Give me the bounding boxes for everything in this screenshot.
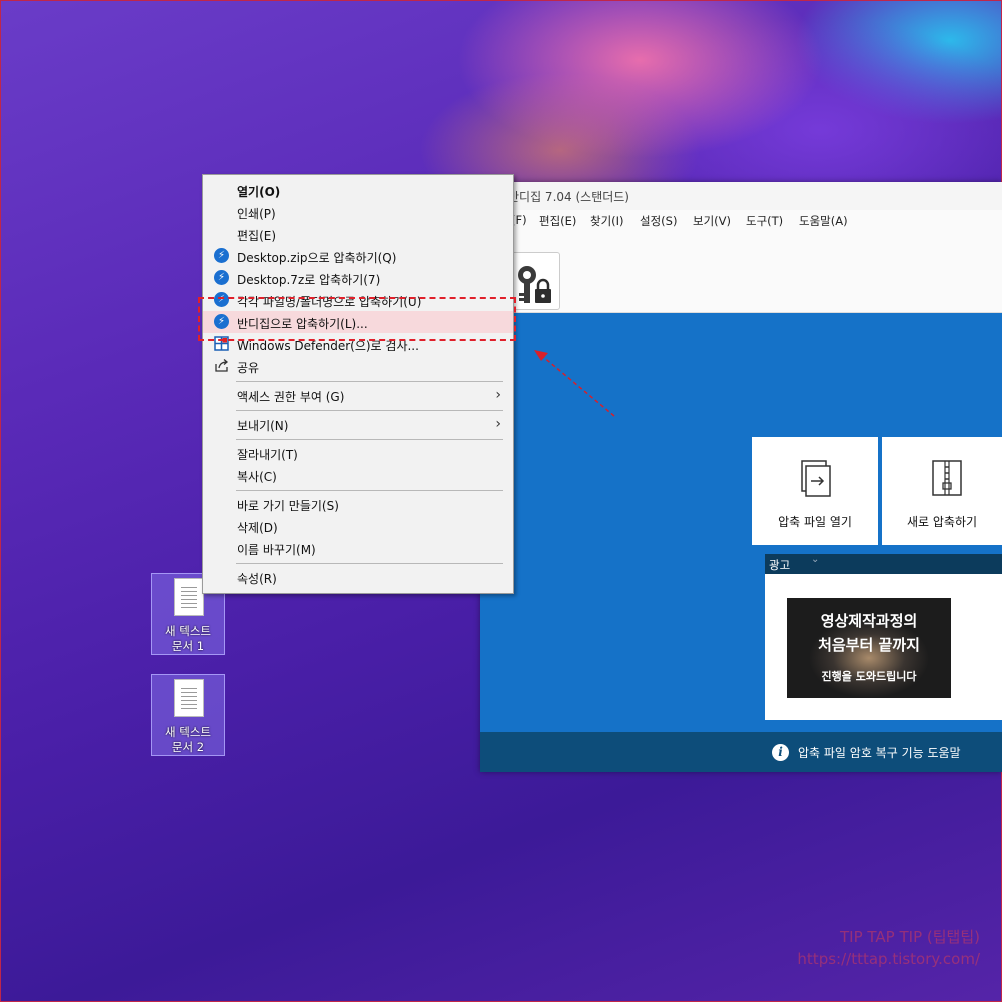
ad-line-2: 처음부터 끝까지: [818, 636, 920, 654]
menu-item-cut[interactable]: 잘라내기(T): [203, 442, 513, 464]
menu-item-compress-zip[interactable]: ⚡ Desktop.zip으로 압축하기(Q): [203, 245, 513, 267]
ad-line-1: 영상제작과정의: [820, 612, 918, 630]
open-archive-icon: [801, 460, 831, 497]
menu-item-grant-access[interactable]: 액세스 권한 부여 (G) ›: [203, 384, 513, 406]
menu-item-print[interactable]: 인쇄(P): [203, 201, 513, 223]
menu-item-share[interactable]: 공유: [203, 355, 513, 377]
toolbar: [480, 232, 1002, 313]
menu-edit[interactable]: 편집(E): [539, 213, 576, 229]
menu-settings[interactable]: 설정(S): [640, 213, 677, 229]
desktop-file-label: 새 텍스트 문서 2: [165, 725, 211, 754]
watermark-url: https://tttap.tistory.com/: [797, 950, 980, 968]
ad-label-bar: 광고 ⌄: [765, 554, 1002, 574]
menu-item-rename[interactable]: 이름 바꾸기(M): [203, 537, 513, 559]
ad-line-3: 진행을 도와드립니다: [821, 670, 917, 683]
menu-item-copy[interactable]: 복사(C): [203, 464, 513, 486]
menu-item-create-shortcut[interactable]: 바로 가기 만들기(S): [203, 493, 513, 515]
menu-view[interactable]: 보기(V): [693, 213, 731, 229]
new-archive-label: 새로 압축하기: [906, 515, 978, 529]
ad-label: 광고: [769, 558, 791, 572]
menu-help[interactable]: 도움말(A): [799, 213, 848, 229]
menu-separator: [236, 563, 503, 564]
menu-item-delete[interactable]: 삭제(D): [203, 515, 513, 537]
ad-panel[interactable]: 광고 ⌄ 영상제작과정의 처음부터 끝까지 진행을 도와드립니다: [765, 554, 1002, 720]
menu-bar: (F) 편집(E) 찾기(I) 설정(S) 보기(V) 도구(T) 도움말(A): [480, 210, 1002, 232]
new-archive-icon: [932, 460, 962, 496]
menu-separator: [236, 490, 503, 491]
menu-item-send-to[interactable]: 보내기(N) ›: [203, 413, 513, 435]
ad-image[interactable]: 영상제작과정의 처음부터 끝까지 진행을 도와드립니다: [787, 598, 951, 698]
open-archive-label: 압축 파일 열기: [778, 515, 852, 529]
menu-item-edit[interactable]: 편집(E): [203, 223, 513, 245]
menu-separator: [236, 410, 503, 411]
chevron-right-icon: ›: [495, 387, 501, 403]
password-recovery-help-link[interactable]: 압축 파일 암호 복구 기능 도움말: [798, 744, 961, 761]
share-icon: [215, 359, 229, 372]
context-menu: 열기(O) 인쇄(P) 편집(E) ⚡ Desktop.zip으로 압축하기(Q…: [202, 174, 514, 594]
menu-separator: [236, 439, 503, 440]
bandizip-icon: ⚡: [214, 270, 229, 285]
menu-item-open[interactable]: 열기(O): [203, 179, 513, 201]
ad-collapse-icon[interactable]: ⌄: [811, 554, 819, 565]
text-file-icon: [174, 679, 204, 717]
menu-find[interactable]: 찾기(I): [590, 213, 624, 229]
chevron-right-icon: ›: [495, 416, 501, 432]
highlight-annotation-box: [198, 297, 516, 341]
status-bar: i 압축 파일 암호 복구 기능 도움말: [480, 732, 1002, 772]
text-file-icon: [174, 578, 204, 616]
menu-separator: [236, 381, 503, 382]
annotation-arrow: [534, 350, 615, 417]
menu-item-properties[interactable]: 속성(R): [203, 566, 513, 588]
desktop-file-2[interactable]: 새 텍스트 문서 2: [151, 674, 225, 756]
window-title: 반디집 7.04 (스탠더드): [508, 190, 629, 204]
desktop-file-label: 새 텍스트 문서 1: [165, 624, 211, 653]
new-archive-tile[interactable]: 새로 압축하기: [882, 437, 1002, 545]
watermark-title: TIP TAP TIP (팁탭팁): [840, 928, 980, 946]
bandizip-window: 반디집 7.04 (스탠더드) (F) 편집(E) 찾기(I) 설정(S) 보기…: [480, 182, 1002, 772]
menu-item-compress-7z[interactable]: ⚡ Desktop.7z로 압축하기(7): [203, 267, 513, 289]
bandizip-icon: ⚡: [214, 248, 229, 263]
menu-tools[interactable]: 도구(T): [746, 213, 783, 229]
info-icon: i: [772, 744, 789, 761]
open-archive-tile[interactable]: 압축 파일 열기: [752, 437, 878, 545]
watermark: TIP TAP TIP (팁탭팁) https://tttap.tistory.…: [797, 926, 980, 970]
